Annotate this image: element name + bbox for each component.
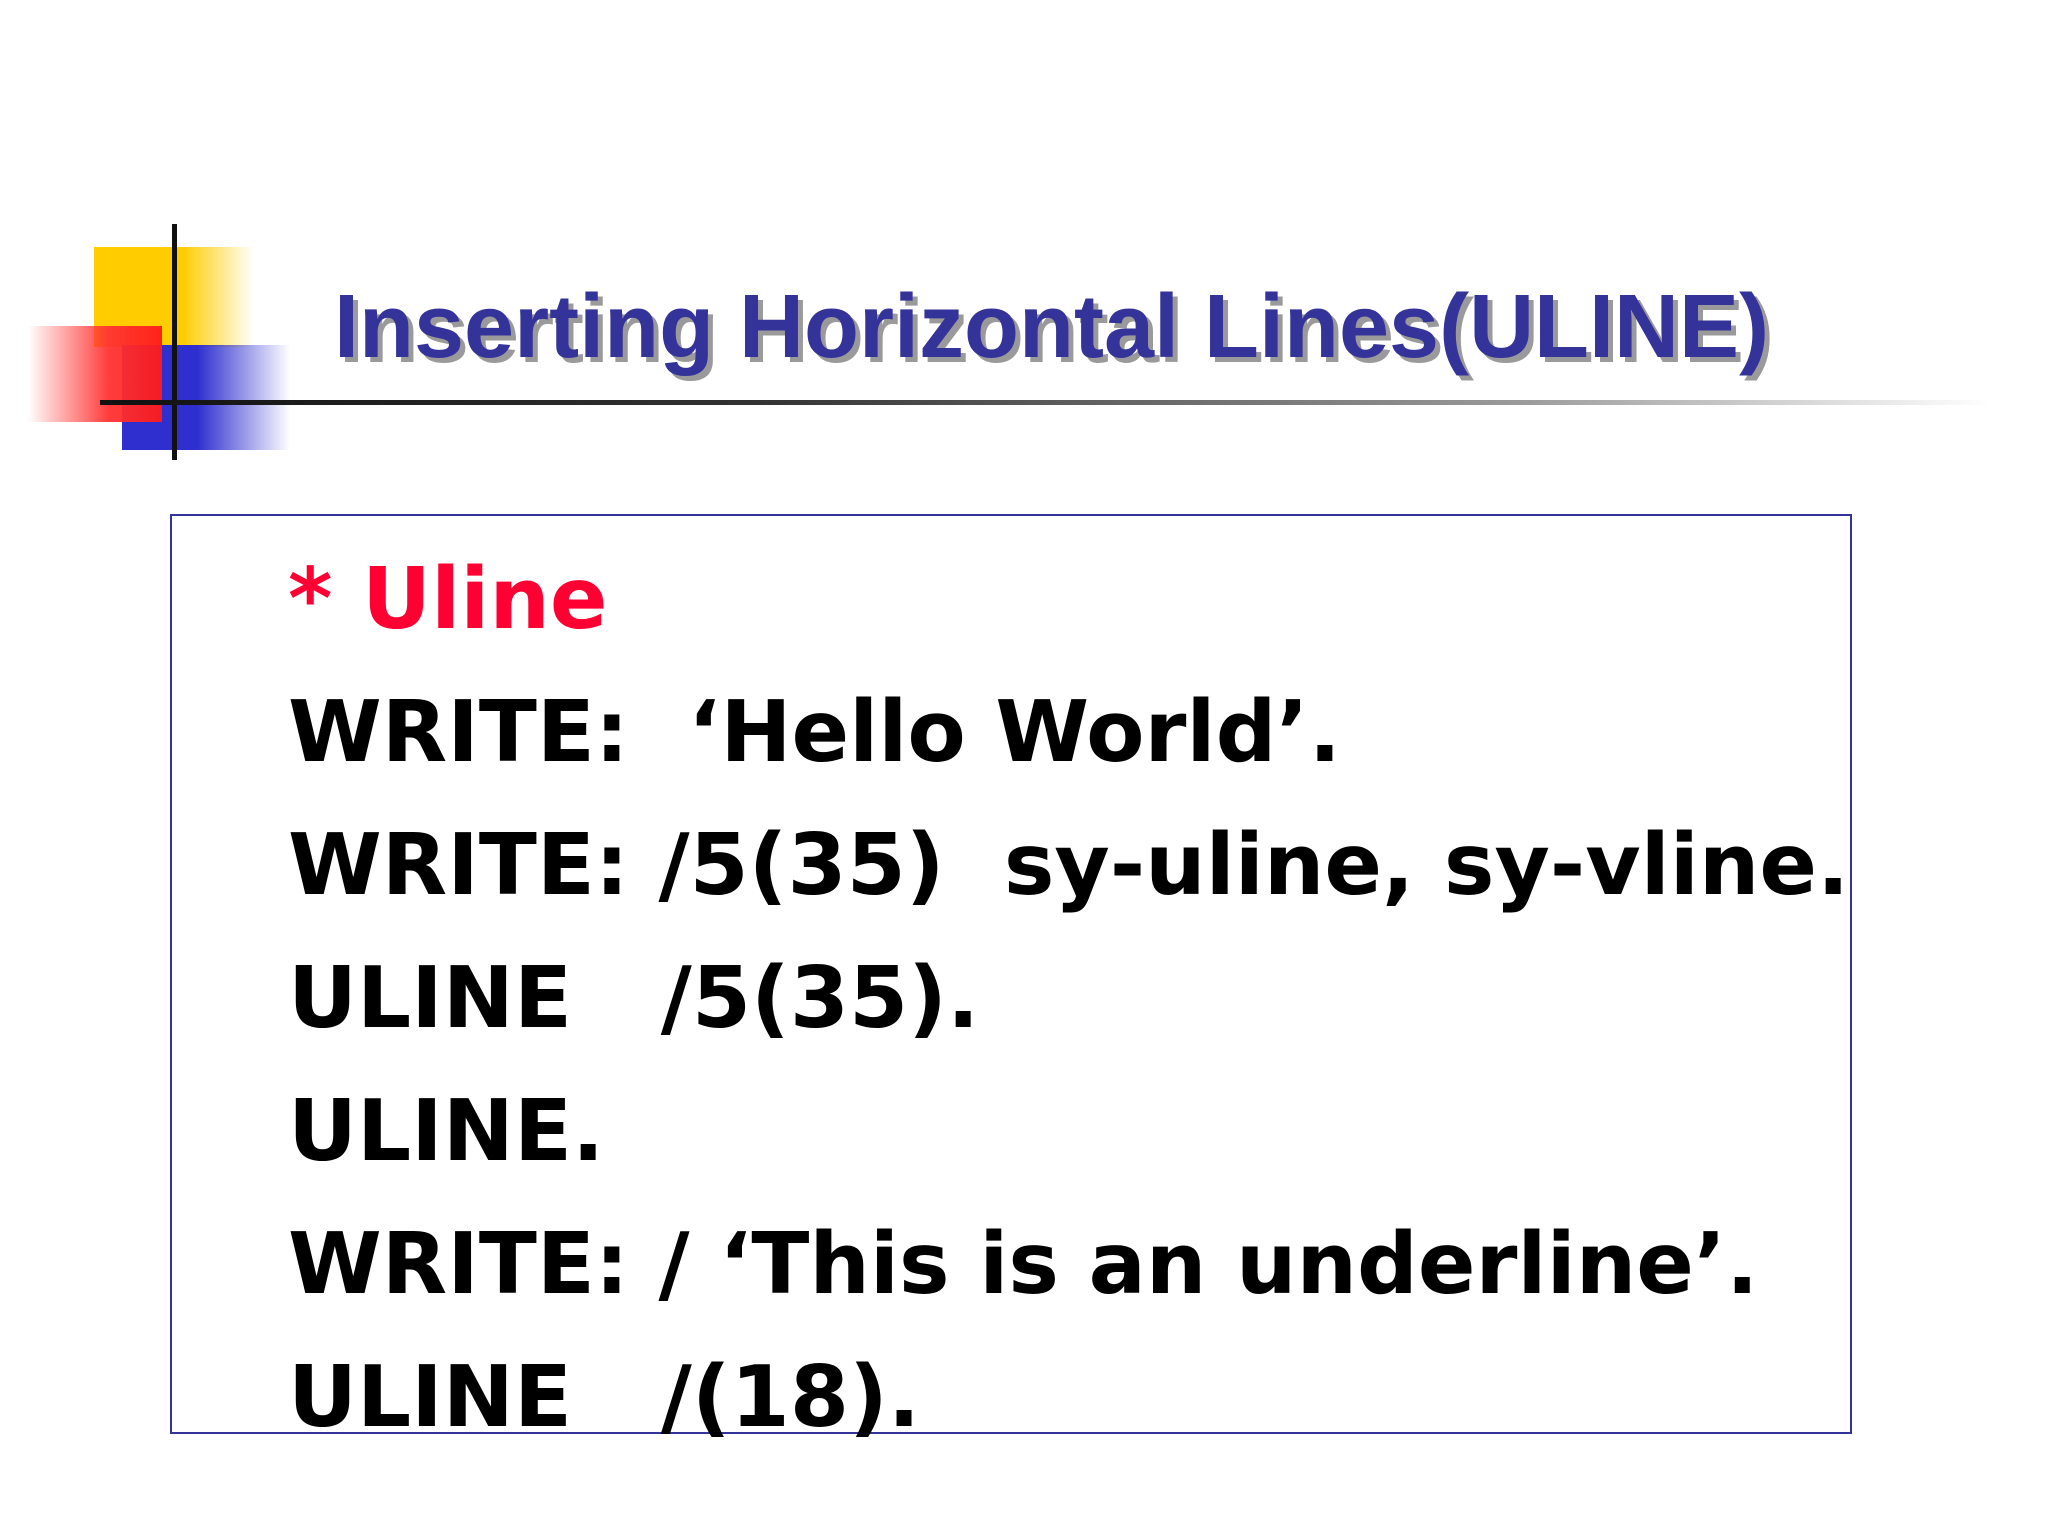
code-line: WRITE: / ‘This is an underline’.: [288, 1215, 1759, 1314]
vertical-rule-decoration: [172, 224, 177, 460]
slide-title: Inserting Horizontal Lines(ULINE): [334, 277, 1770, 377]
code-line: WRITE: ‘Hello World’.: [288, 683, 1341, 782]
title-underline-rule: [100, 400, 1990, 405]
code-line: ULINE /(18).: [288, 1348, 921, 1447]
code-line: WRITE: /5(35) sy-uline, sy-vline.: [288, 816, 1850, 915]
code-comment-line: * Uline: [288, 550, 608, 649]
slide: Inserting Horizontal Lines(ULINE) * Ulin…: [0, 0, 2048, 1536]
code-line: ULINE /5(35).: [288, 949, 980, 1048]
code-line: ULINE.: [288, 1082, 605, 1181]
code-box: * Uline WRITE: ‘Hello World’. WRITE: /5(…: [170, 514, 1852, 1447]
red-square-decoration: [28, 326, 162, 422]
